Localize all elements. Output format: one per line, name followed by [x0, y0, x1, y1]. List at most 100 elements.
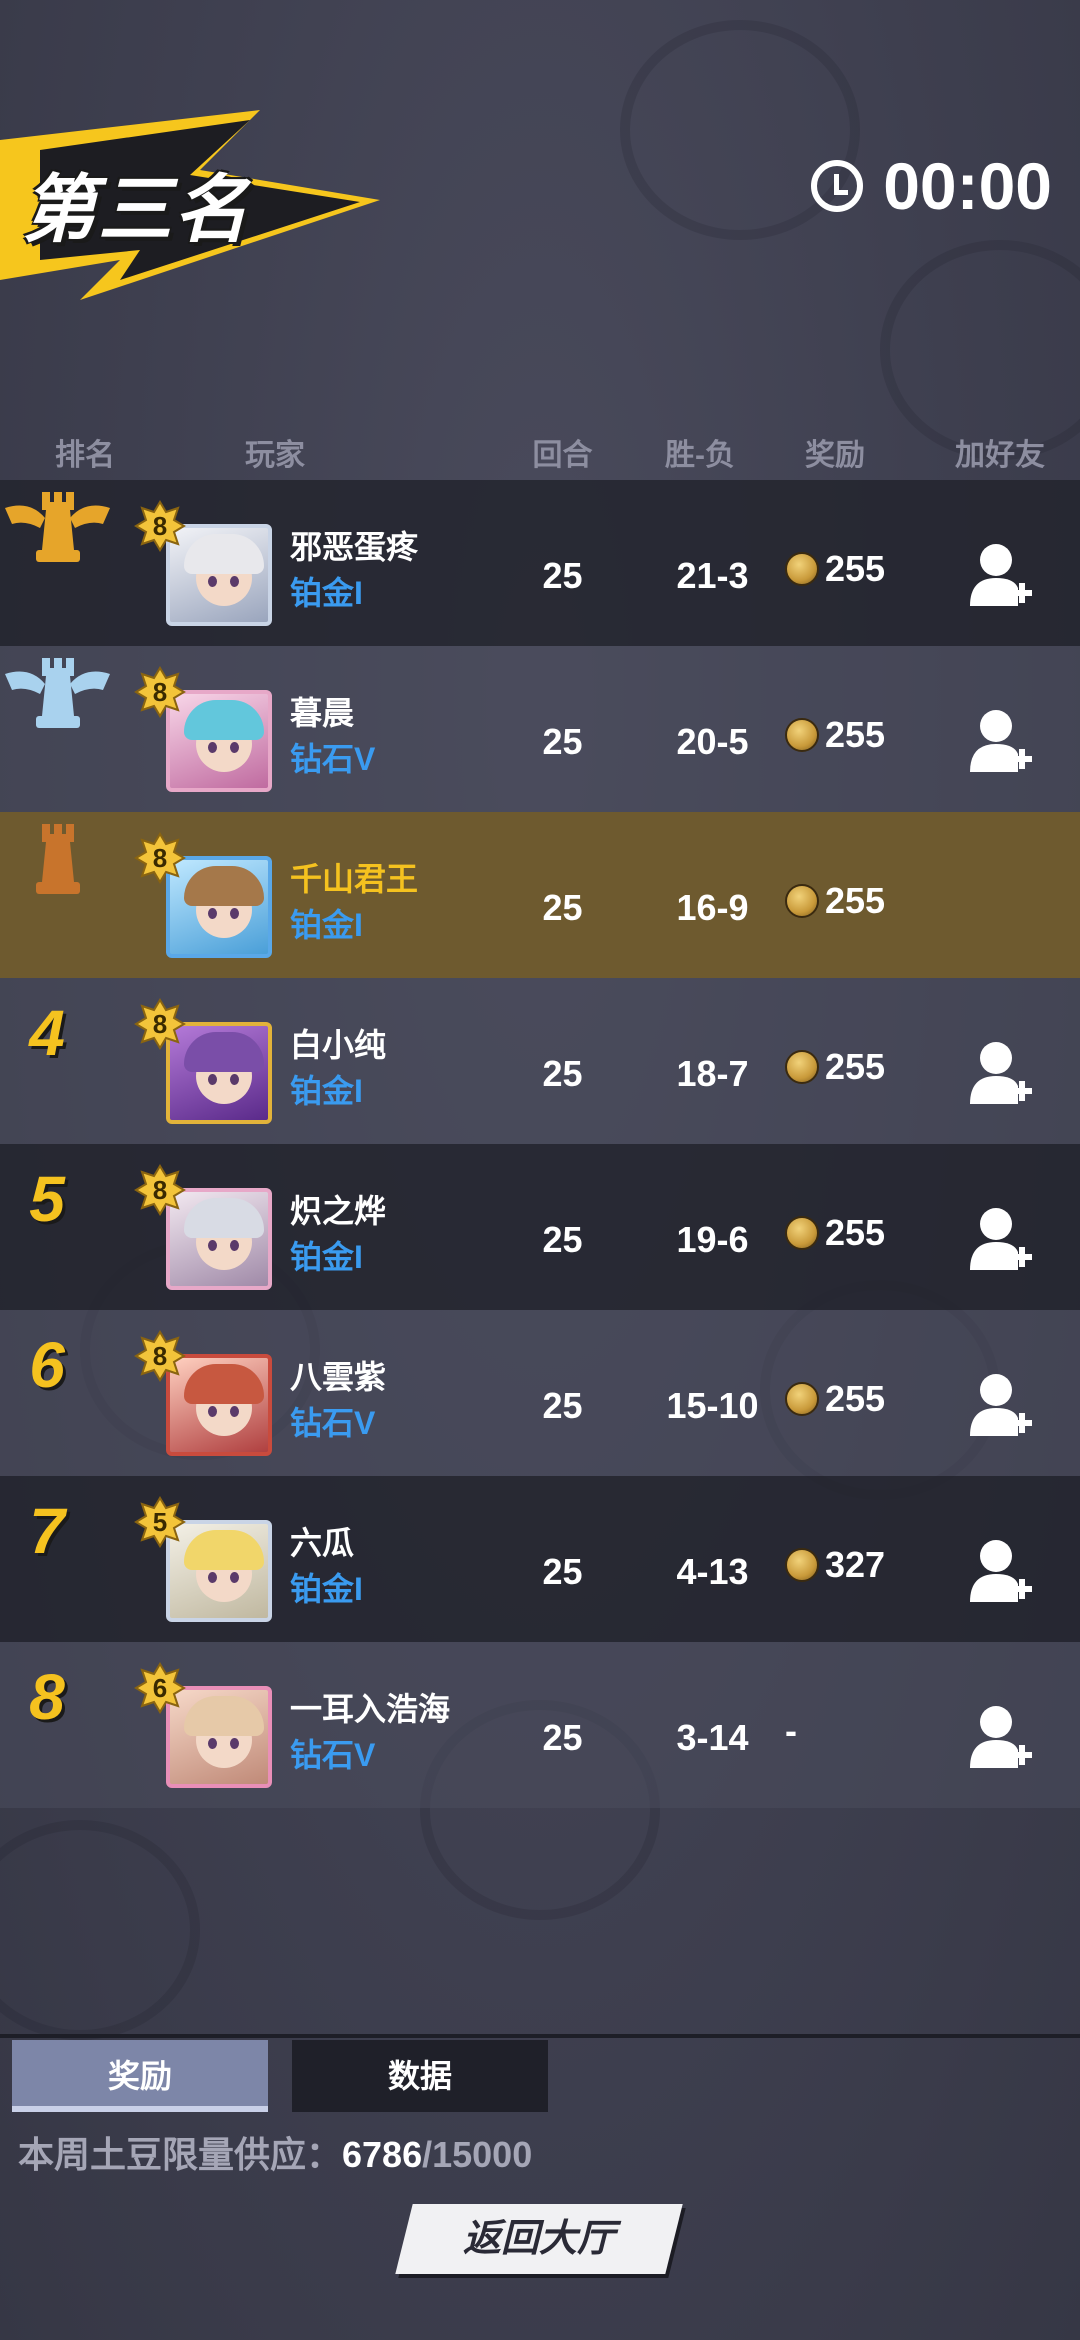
potato-coin-icon — [785, 1382, 819, 1416]
reward-cell: 255 — [785, 1046, 935, 1088]
player-tier: 铂金I — [290, 1239, 363, 1275]
background-art — [880, 240, 1080, 460]
rounds-value: 25 — [542, 1219, 583, 1260]
avatar-hair — [184, 1032, 264, 1072]
avatar-eye — [230, 1738, 239, 1749]
rounds-value: 25 — [542, 721, 583, 762]
avatar-hair — [184, 1530, 264, 1570]
rounds-value: 25 — [542, 887, 583, 928]
rounds-value: 25 — [542, 1717, 583, 1758]
player-avatar[interactable]: 8 — [134, 666, 278, 794]
add-friend-icon[interactable] — [968, 1370, 1034, 1440]
reward-cell: 255 — [785, 880, 935, 922]
avatar-eye — [208, 742, 217, 753]
rank-number: 4 — [29, 997, 65, 1069]
bronze-rook-icon — [36, 824, 80, 894]
level-number: 6 — [152, 1673, 168, 1703]
silver-rook-winged-icon — [5, 658, 110, 728]
player-avatar[interactable]: 8 — [134, 1164, 278, 1292]
player-tier: 钻石V — [290, 1405, 376, 1441]
level-badge: 6 — [134, 1662, 186, 1714]
player-name: 暮晨 — [290, 695, 355, 731]
level-badge: 8 — [134, 998, 186, 1050]
player-name: 炽之烨 — [290, 1193, 387, 1229]
tab-reward[interactable]: 奖励 — [12, 2040, 268, 2112]
win-loss-value: 4-13 — [676, 1551, 749, 1592]
rounds-value: 25 — [542, 555, 583, 596]
player-name: 一耳入浩海 — [290, 1691, 451, 1727]
player-name: 六瓜 — [290, 1525, 355, 1561]
player-avatar[interactable]: 8 — [134, 1330, 278, 1458]
player-avatar[interactable]: 8 — [134, 832, 278, 960]
player-tier: 铂金I — [290, 1571, 363, 1607]
add-friend-icon[interactable] — [968, 1702, 1034, 1772]
avatar-eye — [230, 742, 239, 753]
supply-label: 本周土豆限量供应： — [18, 2134, 343, 2175]
win-loss-value: 21-3 — [676, 555, 749, 596]
level-number: 8 — [152, 1009, 168, 1039]
avatar-eye — [208, 1738, 217, 1749]
add-friend-icon[interactable] — [968, 1204, 1034, 1274]
add-friend-icon[interactable] — [968, 706, 1034, 776]
tab-data[interactable]: 数据 — [292, 2040, 548, 2112]
avatar-hair — [184, 1364, 264, 1404]
avatar-eye — [208, 1406, 217, 1417]
header-add-friend: 加好友 — [955, 439, 1045, 472]
level-number: 8 — [152, 1175, 168, 1205]
ranking-row: 8 6 一耳入浩海钻石V 25 3-14- — [0, 1642, 1080, 1808]
avatar-eye — [208, 1240, 217, 1251]
reward-value: 255 — [825, 714, 886, 755]
avatar-eye — [230, 1572, 239, 1583]
add-friend-icon[interactable] — [968, 540, 1034, 610]
ranking-row: 5 8 炽之烨 铂金I 25 19-6 255 — [0, 1144, 1080, 1310]
player-avatar[interactable]: 8 — [134, 998, 278, 1126]
reward-value: 255 — [825, 1046, 886, 1087]
avatar-eye — [230, 1406, 239, 1417]
win-loss-value: 20-5 — [676, 721, 749, 762]
avatar-eye — [208, 908, 217, 919]
reward-cell: 255 — [785, 548, 935, 590]
win-loss-value: 3-14 — [676, 1717, 749, 1758]
reward-value: 327 — [825, 1544, 886, 1585]
timer-value: 00:00 — [883, 149, 1052, 223]
add-friend-icon[interactable] — [968, 1038, 1034, 1108]
ranking-row: 8 千山君王 铂金I 25 16-9 255 — [0, 812, 1080, 978]
avatar-eye — [208, 1572, 217, 1583]
rank-number: 6 — [29, 1329, 65, 1401]
add-friend-icon[interactable] — [968, 1536, 1034, 1606]
avatar-hair — [184, 534, 264, 574]
level-badge: 8 — [134, 500, 186, 552]
background-art — [0, 1820, 200, 2040]
player-name: 邪恶蛋疼 — [290, 529, 419, 565]
rank-number: 7 — [29, 1495, 65, 1567]
table-header: 排名 玩家 回合 胜-负 奖励 加好友 — [0, 430, 1080, 480]
header-player: 玩家 — [245, 439, 305, 472]
player-avatar[interactable]: 5 — [134, 1496, 278, 1624]
level-badge: 8 — [134, 1164, 186, 1216]
player-name: 白小纯 — [290, 1027, 387, 1063]
divider — [0, 2034, 1080, 2038]
clock-icon — [811, 160, 864, 212]
potato-coin-icon — [785, 552, 819, 586]
player-avatar[interactable]: 8 — [134, 500, 278, 628]
rank-number: 8 — [29, 1661, 65, 1733]
reward-value: 255 — [825, 1212, 886, 1253]
avatar-eye — [230, 576, 239, 587]
potato-coin-icon — [785, 1548, 819, 1582]
return-lobby-label[interactable]: 返回大厅 — [404, 2204, 674, 2274]
reward-value: - — [785, 1710, 797, 1751]
win-loss-value: 16-9 — [676, 887, 749, 928]
potato-coin-icon — [785, 884, 819, 918]
avatar-hair — [184, 866, 264, 906]
avatar-eye — [208, 576, 217, 587]
avatar-hair — [184, 700, 264, 740]
win-loss-value: 19-6 — [676, 1219, 749, 1260]
placement-title: 第三名 — [22, 168, 250, 251]
player-tier: 钻石V — [290, 1737, 376, 1773]
header-win-loss: 胜-负 — [665, 439, 735, 472]
supply-current: 6786 — [342, 2134, 423, 2175]
player-avatar[interactable]: 6 — [134, 1662, 278, 1790]
reward-cell: 255 — [785, 1212, 935, 1254]
avatar-eye — [230, 1074, 239, 1085]
ranking-row: 6 8 八雲紫 钻石V 25 15-10 255 — [0, 1310, 1080, 1476]
